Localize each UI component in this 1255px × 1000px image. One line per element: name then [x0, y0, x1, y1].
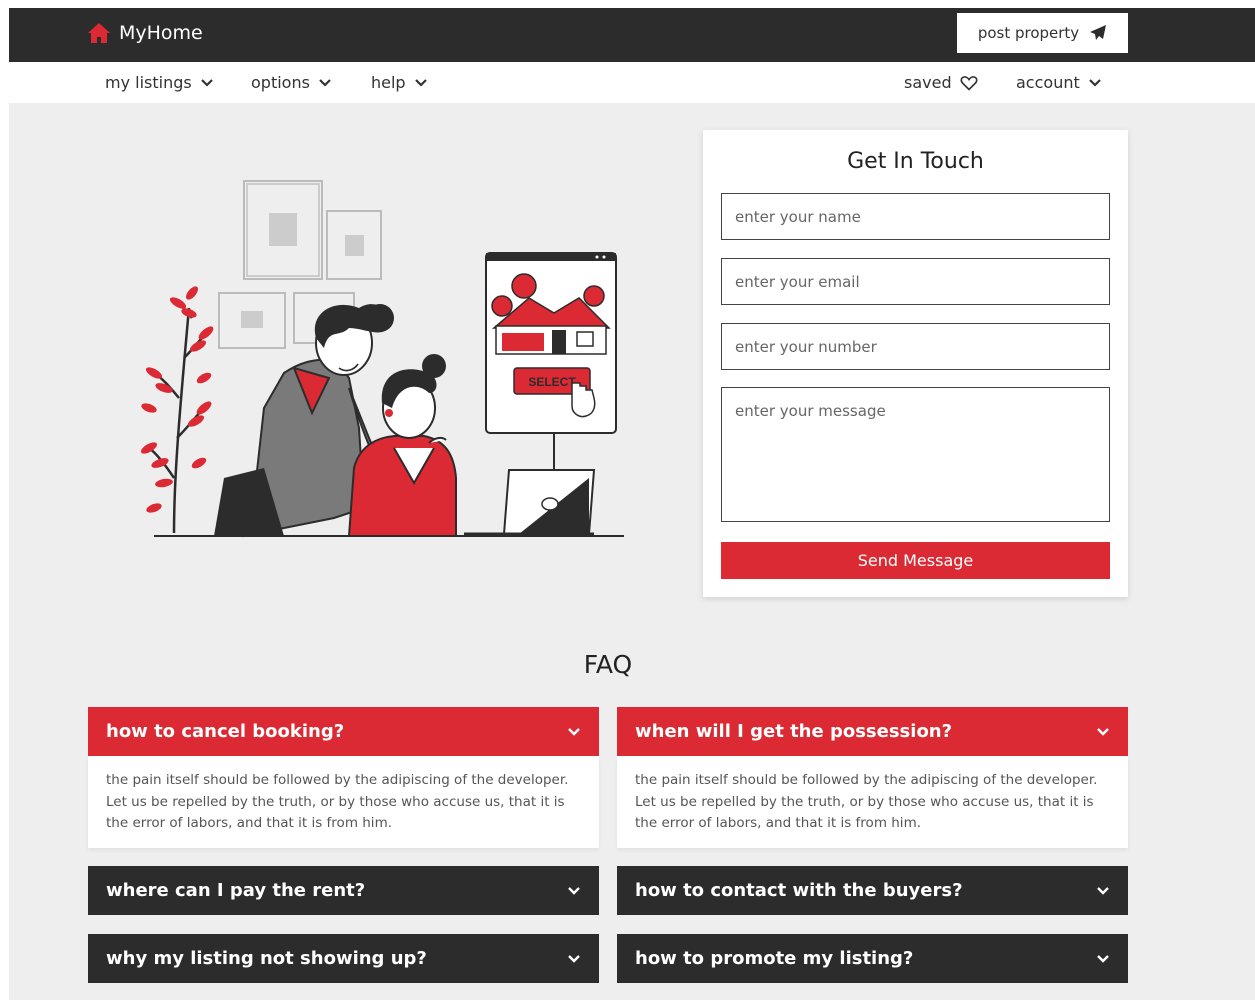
- faq-item: why my listing not showing up?: [88, 934, 599, 983]
- faq-answer: the pain itself should be followed by th…: [617, 756, 1128, 848]
- contact-title: Get In Touch: [847, 149, 984, 174]
- nav-bar: my listings options help saved account: [9, 62, 1255, 103]
- faq-item: how to promote my listing?: [617, 934, 1128, 983]
- faq-item: how to contact with the buyers?: [617, 866, 1128, 915]
- top-header: MyHome post property: [9, 8, 1255, 62]
- chevron-down-icon: [568, 727, 580, 736]
- chevron-down-icon: [568, 954, 580, 963]
- home-icon: [88, 23, 110, 43]
- faq-question: when will I get the possession?: [635, 721, 953, 742]
- chevron-down-icon: [1097, 886, 1109, 895]
- nav-options-label: options: [251, 73, 310, 92]
- brand-name: MyHome: [119, 22, 203, 44]
- faq-item: how to cancel booking? the pain itself s…: [88, 707, 599, 848]
- chevron-down-icon: [1097, 727, 1109, 736]
- nav-saved[interactable]: saved: [904, 73, 978, 92]
- email-input[interactable]: enter your email: [721, 258, 1110, 305]
- faq-question-header[interactable]: why my listing not showing up?: [88, 934, 599, 983]
- contact-card: Get In Touch enter your name enter your …: [703, 130, 1128, 597]
- nav-account-label: account: [1016, 73, 1080, 92]
- chevron-down-icon: [568, 886, 580, 895]
- nav-my-listings-label: my listings: [105, 73, 192, 92]
- nav-account[interactable]: account: [1016, 73, 1102, 92]
- faq-question-header[interactable]: where can I pay the rent?: [88, 866, 599, 915]
- nav-my-listings[interactable]: my listings: [105, 73, 214, 92]
- laptop: [464, 469, 596, 536]
- paper-plane-icon: [1090, 25, 1107, 40]
- faq-question-header[interactable]: how to cancel booking?: [88, 707, 599, 756]
- faq-question: why my listing not showing up?: [106, 948, 427, 969]
- chevron-down-icon: [1088, 78, 1101, 87]
- message-textarea[interactable]: enter your message: [721, 387, 1110, 522]
- heart-icon: [960, 75, 978, 91]
- faq-question: how to promote my listing?: [635, 948, 914, 969]
- chevron-down-icon: [1097, 954, 1109, 963]
- select-label: SELECT: [528, 375, 576, 389]
- faq-question: where can I pay the rent?: [106, 880, 366, 901]
- faq-title: FAQ: [583, 650, 633, 679]
- post-property-button[interactable]: post property: [957, 13, 1128, 53]
- name-input[interactable]: enter your name: [721, 193, 1110, 240]
- page: MyHome post property my listings options…: [9, 8, 1255, 1000]
- chevron-down-icon: [414, 78, 427, 87]
- faq-question-header[interactable]: when will I get the possession?: [617, 707, 1128, 756]
- nav-help[interactable]: help: [371, 73, 428, 92]
- brand-logo[interactable]: MyHome: [87, 22, 203, 44]
- chevron-down-icon: [319, 78, 331, 87]
- number-input[interactable]: enter your number: [721, 323, 1110, 370]
- faq-item: when will I get the possession? the pain…: [617, 707, 1128, 848]
- nav-saved-label: saved: [904, 73, 952, 92]
- listing-screen-panel: SELECT: [485, 252, 617, 470]
- chevron-down-icon: [200, 78, 213, 87]
- faq-question-header[interactable]: how to promote my listing?: [617, 934, 1128, 983]
- faq-question: how to contact with the buyers?: [635, 880, 963, 901]
- post-property-label: post property: [977, 24, 1080, 42]
- send-message-button[interactable]: Send Message: [721, 542, 1110, 579]
- nav-options[interactable]: options: [251, 73, 332, 92]
- nav-help-label: help: [371, 73, 406, 92]
- faq-question: how to cancel booking?: [106, 721, 345, 742]
- faq-question-header[interactable]: how to contact with the buyers?: [617, 866, 1128, 915]
- woman-figure: [347, 354, 457, 537]
- faq-item: where can I pay the rent?: [88, 866, 599, 915]
- contact-illustration: SELECT: [140, 180, 624, 538]
- faq-answer: the pain itself should be followed by th…: [88, 756, 599, 848]
